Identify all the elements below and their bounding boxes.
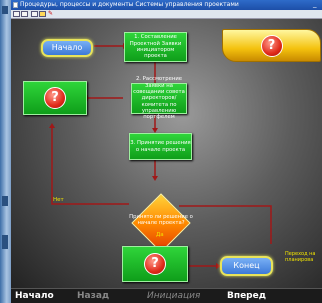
- question-mark-icon: ?: [260, 34, 283, 57]
- toolbar-button-2[interactable]: [21, 11, 28, 17]
- question-mark-icon: ?: [144, 253, 166, 275]
- nav-current-stage: Инициация: [147, 291, 201, 301]
- transition-note[interactable]: Переход на планирова: [285, 251, 322, 263]
- no-label: Нет: [53, 197, 64, 203]
- flowchart-canvas: Начало 1. Составление Проектной Заявки и…: [11, 19, 322, 288]
- start-node[interactable]: Начало: [41, 39, 93, 57]
- application-window: Процедуры, процессы и документы Системы …: [11, 0, 322, 303]
- step-1-node[interactable]: 1. Составление Проектной Заявки инициато…: [124, 32, 187, 62]
- title-bar: Процедуры, процессы и документы Системы …: [11, 0, 322, 10]
- end-node[interactable]: Конец: [220, 256, 273, 276]
- toolbar-button-3[interactable]: [31, 11, 38, 17]
- toolbar: ✎: [11, 10, 322, 19]
- decision-text: Принято ли решение о начале проекта?: [129, 214, 193, 227]
- edit-icon[interactable]: ✎: [48, 11, 55, 17]
- window-title: Процедуры, процессы и документы Системы …: [20, 1, 239, 8]
- yes-label: Да: [156, 232, 164, 238]
- nav-back-button[interactable]: Назад: [77, 291, 109, 301]
- bottom-navigation-bar: Начало Назад Инициация Вперед: [11, 288, 322, 303]
- toolbar-button-1[interactable]: [13, 11, 20, 17]
- step-3-node[interactable]: 3. Принятие решения о начале проекта: [129, 133, 192, 160]
- decision-node[interactable]: Принято ли решение о начале проекта?: [123, 193, 199, 253]
- desktop-background-strip: [0, 0, 11, 303]
- left-task-node[interactable]: ?: [23, 81, 87, 115]
- app-icon: [13, 2, 18, 8]
- minimize-button[interactable]: _: [313, 1, 320, 8]
- toolbar-button-4[interactable]: [39, 11, 46, 17]
- nav-forward-button[interactable]: Вперед: [227, 291, 266, 301]
- document-node[interactable]: ?: [222, 29, 321, 62]
- bottom-task-node[interactable]: ?: [122, 246, 188, 282]
- question-mark-icon: ?: [44, 87, 66, 109]
- step-2-node[interactable]: 2. Рассмотрение Заявки на совещании сове…: [131, 76, 187, 120]
- nav-start-button[interactable]: Начало: [15, 291, 54, 301]
